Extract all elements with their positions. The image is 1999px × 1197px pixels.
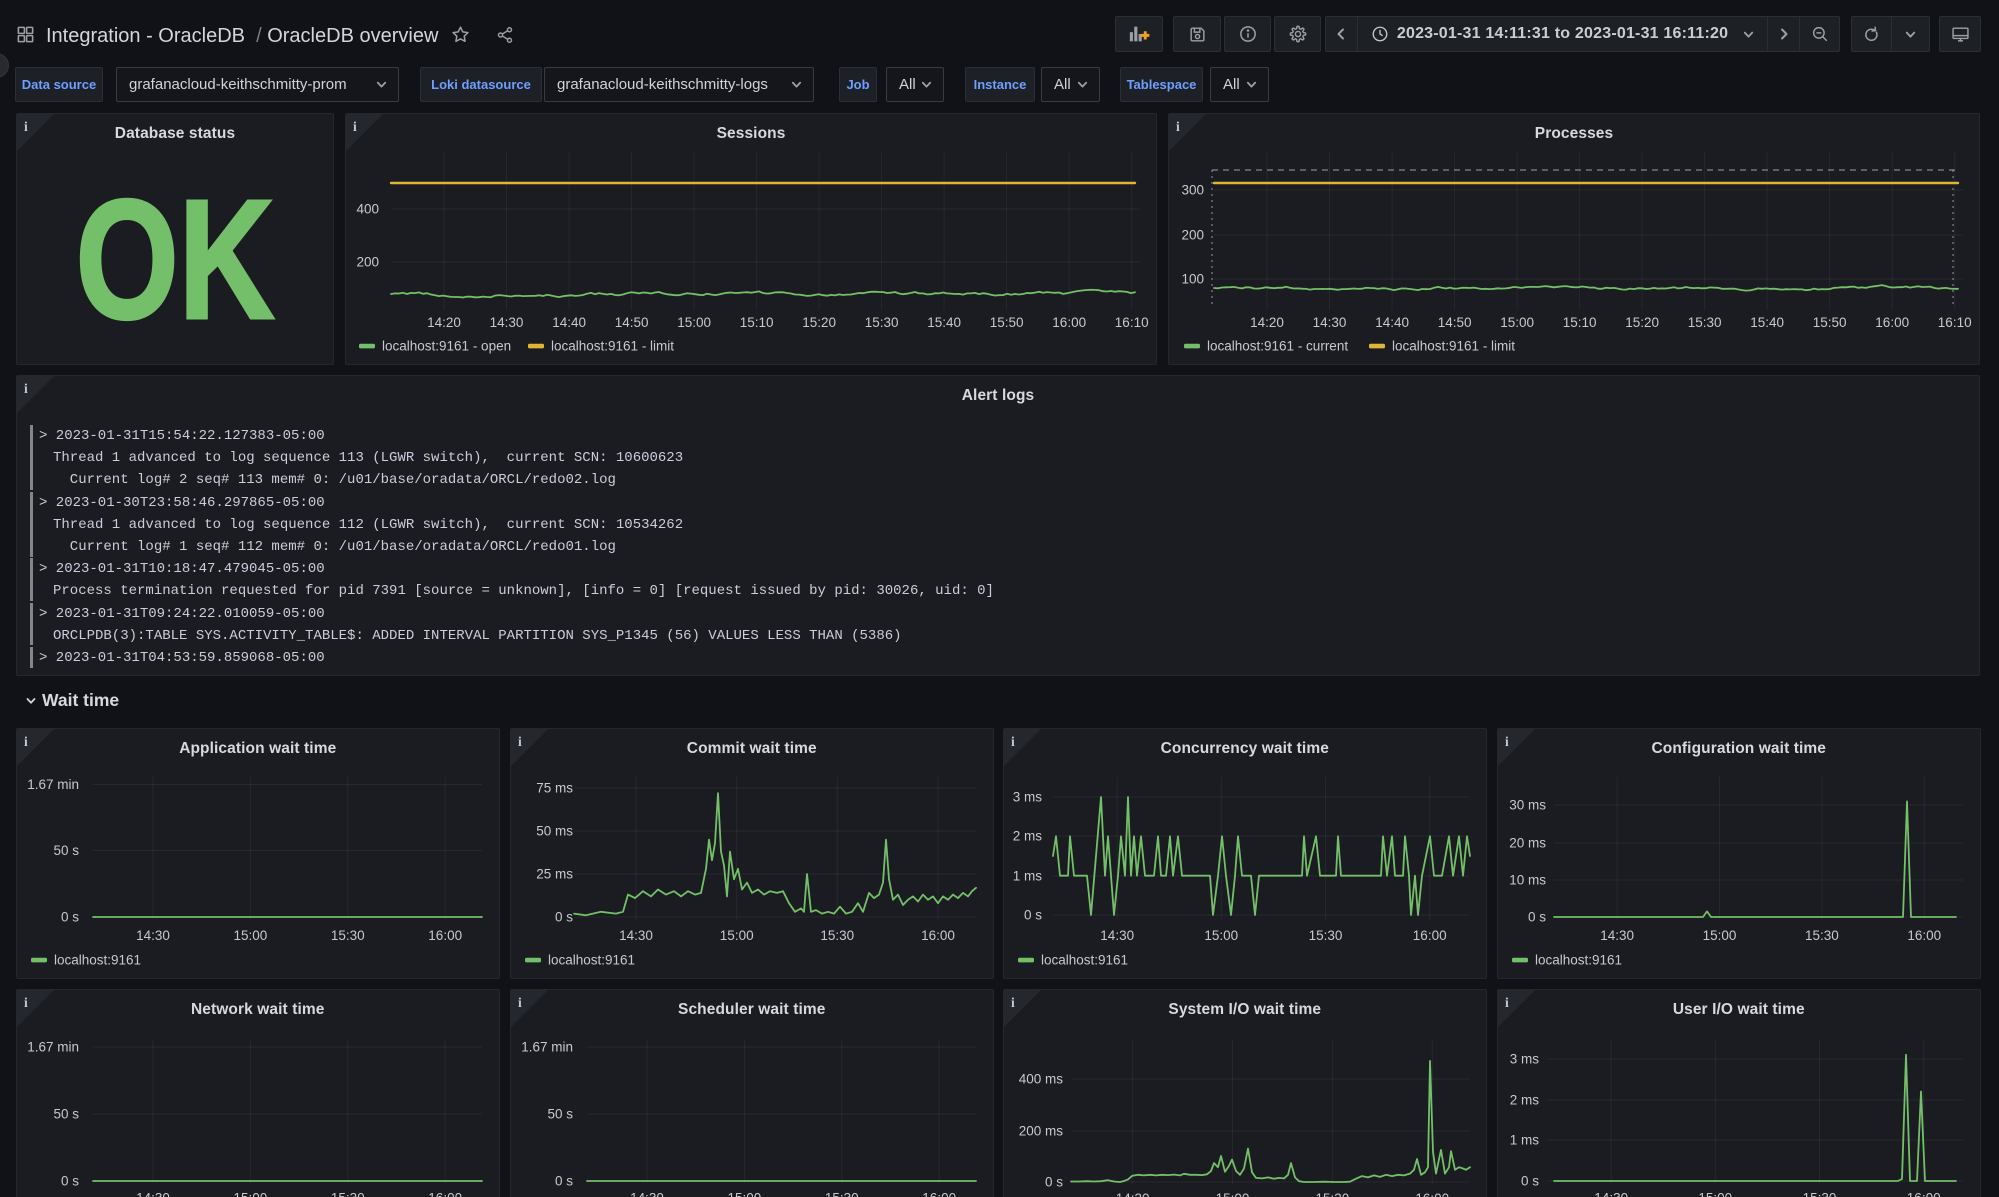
svg-text:14:30: 14:30 [1313,315,1347,330]
svg-text:200: 200 [356,255,379,270]
svg-text:16:10: 16:10 [1115,315,1149,330]
svg-text:100: 100 [1181,272,1204,287]
svg-text:0 s: 0 s [1528,910,1546,925]
svg-text:75 ms: 75 ms [536,781,573,796]
svg-text:15:00: 15:00 [677,315,711,330]
svg-text:16:00: 16:00 [921,928,955,943]
svg-text:3 ms: 3 ms [1013,790,1043,805]
svg-text:14:30: 14:30 [630,1191,664,1197]
svg-text:0 s: 0 s [1521,1174,1539,1189]
svg-text:0 s: 0 s [555,910,573,925]
svg-text:15:30: 15:30 [865,315,899,330]
svg-text:0 s: 0 s [555,1174,573,1189]
svg-text:15:00: 15:00 [1698,1191,1732,1197]
svg-text:14:30: 14:30 [1116,1191,1150,1197]
svg-text:16:00: 16:00 [1415,1191,1449,1197]
svg-text:15:00: 15:00 [1500,315,1534,330]
svg-text:16:00: 16:00 [922,1191,956,1197]
svg-text:localhost:9161 - current: localhost:9161 - current [1207,339,1348,354]
svg-text:14:40: 14:40 [1375,315,1409,330]
svg-text:15:30: 15:30 [820,928,854,943]
svg-text:15:20: 15:20 [1625,315,1659,330]
svg-text:16:00: 16:00 [1907,928,1941,943]
svg-text:200 ms: 200 ms [1019,1124,1064,1139]
svg-text:25 ms: 25 ms [536,867,573,882]
svg-text:15:00: 15:00 [728,1191,762,1197]
svg-text:300: 300 [1181,183,1204,198]
svg-text:50 s: 50 s [53,1107,79,1122]
svg-text:16:00: 16:00 [1052,315,1086,330]
svg-text:16:00: 16:00 [428,1191,462,1197]
svg-text:3 ms: 3 ms [1510,1052,1540,1067]
svg-text:20 ms: 20 ms [1509,836,1546,851]
svg-text:localhost:9161: localhost:9161 [54,953,141,968]
svg-text:14:20: 14:20 [427,315,461,330]
svg-text:14:50: 14:50 [615,315,649,330]
svg-text:14:30: 14:30 [1594,1191,1628,1197]
svg-text:30 ms: 30 ms [1509,798,1546,813]
svg-text:2 ms: 2 ms [1013,829,1043,844]
svg-text:16:00: 16:00 [428,928,462,943]
svg-text:localhost:9161: localhost:9161 [548,953,635,968]
svg-text:16:10: 16:10 [1938,315,1972,330]
svg-text:15:30: 15:30 [1688,315,1722,330]
svg-text:14:30: 14:30 [1100,928,1134,943]
svg-text:15:10: 15:10 [740,315,774,330]
svg-text:400 ms: 400 ms [1019,1072,1064,1087]
svg-text:15:50: 15:50 [1813,315,1847,330]
svg-text:10 ms: 10 ms [1509,873,1546,888]
svg-text:14:30: 14:30 [490,315,524,330]
svg-text:50 s: 50 s [547,1107,573,1122]
svg-text:15:00: 15:00 [1703,928,1737,943]
svg-text:1 ms: 1 ms [1510,1133,1540,1148]
svg-text:15:30: 15:30 [1805,928,1839,943]
svg-text:50 ms: 50 ms [536,824,573,839]
svg-text:14:20: 14:20 [1250,315,1284,330]
svg-text:16:00: 16:00 [1907,1191,1941,1197]
svg-text:15:30: 15:30 [1316,1191,1350,1197]
svg-text:15:30: 15:30 [331,928,365,943]
svg-text:14:30: 14:30 [619,928,653,943]
svg-text:50 s: 50 s [53,843,79,858]
svg-text:15:00: 15:00 [1204,928,1238,943]
svg-text:15:40: 15:40 [1750,315,1784,330]
svg-text:0 s: 0 s [1045,1175,1063,1190]
svg-text:15:30: 15:30 [1309,928,1343,943]
svg-text:1.67 min: 1.67 min [27,777,79,792]
svg-text:15:00: 15:00 [234,1191,268,1197]
svg-text:15:30: 15:30 [1803,1191,1837,1197]
svg-text:14:30: 14:30 [136,928,170,943]
svg-text:localhost:9161 - open: localhost:9161 - open [382,339,511,354]
svg-text:16:00: 16:00 [1413,928,1447,943]
svg-text:400: 400 [356,202,379,217]
svg-text:14:30: 14:30 [136,1191,170,1197]
svg-text:15:50: 15:50 [990,315,1024,330]
svg-text:15:30: 15:30 [331,1191,365,1197]
svg-text:0 s: 0 s [61,1174,79,1189]
svg-text:200: 200 [1181,228,1204,243]
svg-text:1 ms: 1 ms [1013,869,1043,884]
svg-text:localhost:9161: localhost:9161 [1535,953,1622,968]
svg-text:14:30: 14:30 [1600,928,1634,943]
svg-text:14:40: 14:40 [552,315,586,330]
svg-text:2 ms: 2 ms [1510,1093,1540,1108]
svg-text:localhost:9161: localhost:9161 [1041,953,1128,968]
svg-text:localhost:9161 - limit: localhost:9161 - limit [1392,339,1515,354]
svg-text:15:30: 15:30 [825,1191,859,1197]
svg-text:1.67 min: 1.67 min [27,1040,79,1055]
svg-text:0 s: 0 s [1024,908,1042,923]
svg-text:15:40: 15:40 [927,315,961,330]
svg-text:0 s: 0 s [61,910,79,925]
svg-text:14:50: 14:50 [1438,315,1472,330]
svg-text:15:00: 15:00 [234,928,268,943]
svg-text:1.67 min: 1.67 min [521,1040,573,1055]
svg-text:15:10: 15:10 [1563,315,1597,330]
svg-text:15:20: 15:20 [802,315,836,330]
svg-text:15:00: 15:00 [720,928,754,943]
svg-text:15:00: 15:00 [1216,1191,1250,1197]
svg-text:16:00: 16:00 [1875,315,1909,330]
svg-text:localhost:9161 - limit: localhost:9161 - limit [551,339,674,354]
